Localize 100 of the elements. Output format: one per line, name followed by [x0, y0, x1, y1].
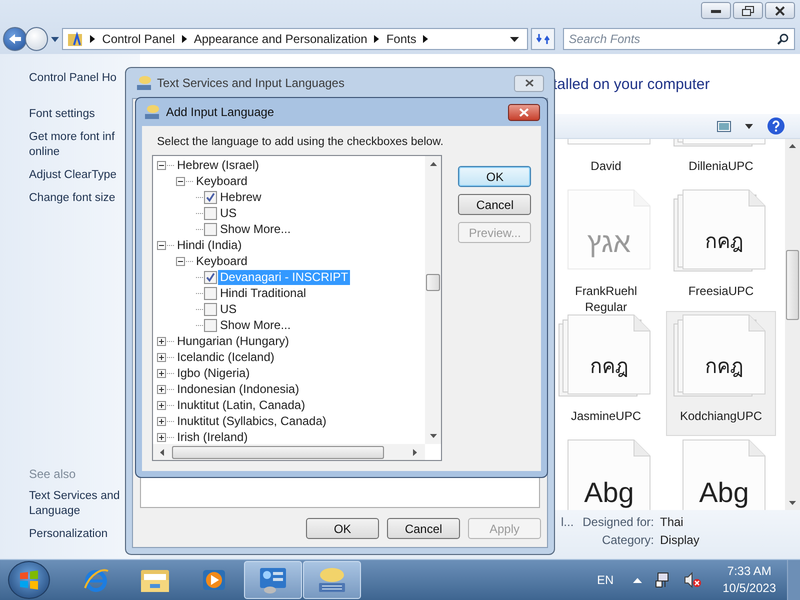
expander-icon[interactable] — [176, 176, 185, 186]
scroll-left-icon[interactable] — [160, 448, 164, 456]
details-text: l... — [561, 515, 574, 529]
chevron-up-icon[interactable] — [632, 578, 642, 582]
refresh-icon — [536, 32, 550, 46]
dropdown-icon[interactable] — [745, 124, 753, 128]
close-icon — [524, 79, 534, 87]
tree-item[interactable]: Keyboard — [194, 254, 250, 268]
font-item[interactable]: Abg — [551, 436, 661, 510]
tree-item[interactable]: Inuktitut (Syllabics, Canada) — [175, 414, 328, 428]
tree-item[interactable]: Indonesian (Indonesia) — [175, 382, 302, 396]
scroll-down-icon[interactable] — [430, 434, 436, 438]
tree-item[interactable]: Hindi (India) — [175, 238, 244, 252]
checkbox[interactable] — [204, 222, 217, 236]
search-field[interactable]: Search Fonts — [562, 28, 795, 50]
tree-item[interactable]: Show More... — [218, 318, 293, 332]
font-item[interactable]: กคฎ FreesiaUPC — [666, 186, 776, 311]
dropdown-icon[interactable] — [510, 36, 520, 42]
muted-speaker-icon[interactable] — [684, 572, 702, 588]
expander-icon[interactable] — [157, 160, 166, 170]
refresh-button[interactable] — [531, 28, 555, 50]
checkbox[interactable] — [204, 190, 217, 204]
tree-item[interactable]: Igbo (Nigeria) — [175, 366, 252, 380]
expander-icon[interactable] — [157, 432, 166, 442]
font-item[interactable]: David — [551, 139, 661, 186]
scrollbar[interactable] — [153, 444, 425, 460]
breadcrumb[interactable]: Control Panel — [102, 32, 175, 46]
sidebar-link[interactable]: Get more font inf online — [29, 130, 115, 160]
font-item[interactable]: Abg — [666, 436, 776, 510]
restore-button[interactable] — [733, 2, 763, 19]
scrollbar[interactable] — [425, 156, 441, 444]
scroll-thumb[interactable] — [786, 250, 799, 320]
address-bar[interactable]: Control Panel Appearance and Personalization Fonts — [62, 28, 528, 50]
sidebar-link[interactable]: Personalization — [29, 527, 108, 542]
sidebar-link[interactable]: Adjust ClearType — [29, 168, 117, 183]
expander-icon[interactable] — [157, 400, 166, 410]
dialog-button[interactable]: OK — [306, 518, 379, 539]
arrow-icon[interactable] — [182, 35, 187, 43]
forward-button[interactable] — [24, 27, 48, 51]
language-indicator[interactable]: EN — [596, 573, 614, 587]
font-item[interactable]: DilleniaUPC — [666, 139, 776, 186]
tree-item[interactable]: Keyboard — [194, 174, 250, 188]
keyboard-icon — [316, 566, 348, 594]
expander-icon[interactable] — [157, 336, 166, 346]
view-icon[interactable] — [717, 120, 731, 132]
arrow-icon[interactable] — [374, 35, 380, 43]
tree-item[interactable]: Hebrew — [218, 190, 264, 204]
font-sample: אגץ — [586, 227, 632, 259]
sidebar-link[interactable]: Change font size — [29, 191, 116, 206]
tree-item[interactable]: Show More... — [218, 222, 293, 236]
breadcrumb[interactable]: Fonts — [386, 32, 416, 46]
tree-item[interactable]: US — [218, 302, 239, 316]
dialog-button[interactable]: Cancel — [387, 518, 460, 539]
font-item[interactable]: กคฎ KodchiangUPC — [666, 311, 776, 436]
network-icon[interactable] — [654, 572, 671, 588]
checkbox[interactable] — [204, 318, 217, 332]
arrow-icon[interactable] — [90, 35, 96, 43]
tree-item[interactable]: Hungarian (Hungary) — [175, 334, 292, 348]
close-button[interactable] — [508, 104, 540, 120]
help-icon[interactable] — [767, 117, 785, 135]
back-button[interactable] — [3, 27, 27, 51]
checkbox[interactable] — [204, 270, 217, 284]
clock[interactable]: 7:33 AM 10/5/2023 — [722, 563, 776, 597]
expander-icon[interactable] — [157, 384, 166, 394]
scroll-right-icon[interactable] — [413, 448, 417, 456]
taskbar-app[interactable] — [244, 561, 302, 599]
tree-item[interactable]: US — [218, 206, 239, 220]
scroll-up-icon[interactable] — [789, 144, 796, 148]
tree-item[interactable]: Irish (Ireland) — [175, 430, 250, 444]
scroll-down-icon[interactable] — [789, 501, 796, 505]
arrow-icon[interactable] — [423, 35, 428, 43]
expander-icon[interactable] — [157, 416, 166, 426]
scroll-thumb[interactable] — [172, 446, 384, 458]
taskbar-app[interactable] — [303, 561, 361, 599]
dialog-button[interactable]: Cancel — [458, 194, 532, 215]
sidebar-link[interactable]: Font settings — [29, 107, 95, 122]
scroll-up-icon[interactable] — [430, 162, 436, 166]
scroll-thumb[interactable] — [426, 274, 440, 291]
expander-icon[interactable] — [176, 256, 185, 266]
dialog-button[interactable]: OK — [458, 166, 532, 187]
sidebar-link[interactable]: Control Panel Ho — [29, 71, 117, 86]
start-button[interactable] — [8, 561, 50, 599]
history-dropdown-icon[interactable] — [51, 36, 60, 42]
minimize-button[interactable] — [701, 2, 731, 19]
scrollbar[interactable] — [785, 139, 800, 510]
checkbox[interactable] — [204, 302, 217, 316]
close-button[interactable] — [765, 2, 795, 19]
breadcrumb[interactable]: Appearance and Personalization — [194, 32, 368, 46]
checkbox[interactable] — [204, 206, 217, 220]
expander-icon[interactable] — [157, 352, 166, 362]
close-button[interactable] — [514, 74, 544, 92]
expander-icon[interactable] — [157, 240, 166, 250]
sidebar-link[interactable]: Text Services and Language — [29, 489, 120, 519]
tree-item[interactable]: Inuktitut (Latin, Canada) — [175, 398, 308, 412]
tree-item[interactable]: Hebrew (Israel) — [175, 158, 262, 172]
tree-item[interactable]: Hindi Traditional — [218, 286, 308, 300]
font-sample: กคฎ — [704, 228, 744, 255]
checkbox[interactable] — [204, 286, 217, 300]
expander-icon[interactable] — [157, 368, 166, 378]
tree-item[interactable]: Icelandic (Iceland) — [175, 350, 276, 364]
